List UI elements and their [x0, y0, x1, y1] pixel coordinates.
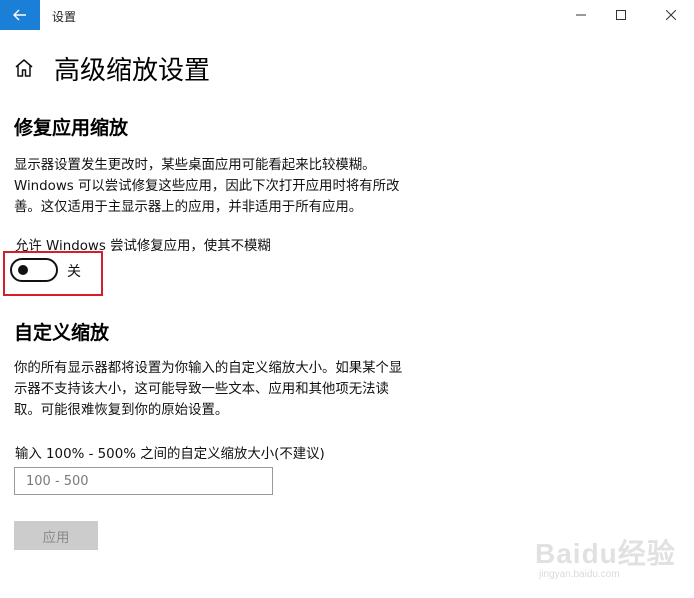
- home-icon: [15, 59, 33, 77]
- minimize-icon: [576, 14, 586, 16]
- arrow-left-icon: [13, 9, 26, 21]
- page-title: 高级缩放设置: [54, 56, 211, 86]
- fix-apps-toggle[interactable]: [10, 258, 58, 282]
- description-line: 显示器设置发生更改时，某些桌面应用可能看起来比较模糊。: [14, 158, 376, 173]
- window-title: 设置: [52, 10, 77, 24]
- description-line: 善。这仅适用于主显示器上的应用，并非适用于所有应用。: [14, 200, 363, 215]
- description-line: 示器不支持该大小，这可能导致一些文本、应用和其他项无法读: [14, 382, 389, 397]
- baidu-watermark-logo: Baidu经验 jingyan.baidu.com: [533, 528, 693, 588]
- back-button[interactable]: [0, 0, 40, 30]
- apply-button[interactable]: 应用: [14, 521, 98, 550]
- toggle-state-label: 关: [67, 264, 81, 280]
- custom-scale-description: 你的所有显示器都将设置为你输入的自定义缩放大小。如果某个显 示器不支持该大小，这…: [14, 358, 402, 421]
- close-button[interactable]: [648, 0, 694, 30]
- custom-scale-input[interactable]: [14, 467, 273, 495]
- watermark-text: Baidu经验: [535, 538, 676, 569]
- fix-apps-description: 显示器设置发生更改时，某些桌面应用可能看起来比较模糊。 Windows 可以尝试…: [14, 155, 399, 218]
- custom-scale-heading: 自定义缩放: [14, 322, 110, 344]
- watermark-url: jingyan.baidu.com: [539, 569, 620, 580]
- home-button[interactable]: [13, 57, 35, 79]
- description-line: Windows 可以尝试修复这些应用，因此下次打开应用时将有所改: [14, 179, 400, 194]
- maximize-button[interactable]: [598, 0, 644, 30]
- custom-scale-input-label: 输入 100% - 500% 之间的自定义缩放大小(不建议): [15, 447, 325, 462]
- toggle-knob: [18, 265, 28, 275]
- description-line: 取。可能很难恢复到你的原始设置。: [14, 403, 229, 418]
- fix-apps-heading: 修复应用缩放: [14, 117, 129, 139]
- close-icon: [666, 10, 676, 20]
- title-bar: 设置: [0, 0, 694, 30]
- maximize-icon: [616, 10, 626, 20]
- description-line: 你的所有显示器都将设置为你输入的自定义缩放大小。如果某个显: [14, 361, 403, 376]
